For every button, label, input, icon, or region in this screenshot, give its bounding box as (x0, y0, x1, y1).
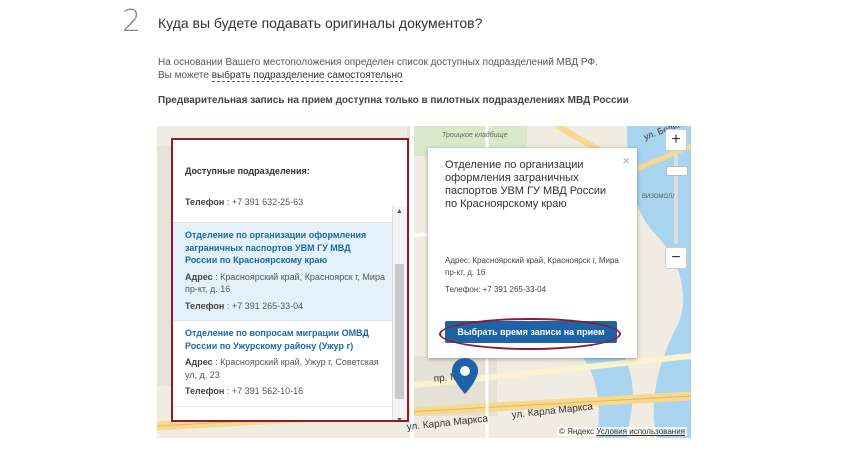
phone-label: Телефон (185, 300, 225, 311)
address-label: Адрес (185, 357, 213, 367)
attribution-prefix: © Яндекс (558, 427, 597, 436)
address-label: Адрес (185, 271, 213, 282)
location-pin-icon[interactable] (452, 358, 478, 399)
close-icon[interactable]: × (622, 153, 630, 168)
popup-title: Отделение по организации оформления загр… (445, 159, 607, 210)
step-number: 2 (122, 4, 142, 39)
list-item[interactable]: Телефон : +7 391 632-25-63 (173, 196, 395, 223)
scroll-up-icon[interactable]: ▲ (396, 208, 403, 215)
office-list-header: Доступные подразделения: (185, 166, 310, 176)
zoom-control: + − (665, 129, 688, 269)
terms-link[interactable]: Условия использования (596, 427, 685, 436)
location-info: На основании Вашего местоположения опред… (158, 56, 598, 82)
list-item[interactable]: Отделение по организации оформления загр… (173, 223, 395, 321)
location-info-text: На основании Вашего местоположения опред… (158, 57, 598, 68)
zoom-out-button[interactable]: − (665, 247, 687, 269)
zoom-in-button[interactable]: + (665, 129, 687, 151)
popup-address: Адрес: Красноярский край, Красноярск г, … (445, 256, 619, 277)
list-item[interactable]: Отделение по вопросам миграции ОМВД Росс… (173, 321, 395, 407)
map-attribution: © Яндекс Условия использования (556, 427, 687, 436)
list-scrollbar[interactable]: ▲ ▼ (392, 206, 407, 420)
popup-phone: Телефон: +7 391 265-33-04 (445, 285, 547, 294)
office-popup: × Отделение по организации оформления за… (428, 148, 637, 358)
map-label-cemetery: Троицкое кладбище (442, 131, 508, 139)
office-list: Телефон : +7 391 632-25-63 Отделение по … (173, 196, 395, 407)
scroll-down-icon[interactable]: ▼ (396, 417, 403, 420)
step-title: Куда вы будете подавать оригиналы докуме… (158, 15, 483, 31)
zoom-slider[interactable] (666, 154, 688, 244)
location-info-prefix: Вы можете (158, 70, 212, 81)
phone-value: : +7 391 265-33-04 (224, 300, 304, 311)
choose-appointment-time-button[interactable]: Выбрать время записи на прием (445, 321, 617, 343)
scrollbar-thumb[interactable] (395, 264, 404, 399)
phone-value: : +7 391 632-25-63 (224, 197, 304, 207)
phone-label: Телефон (185, 197, 225, 207)
office-list-panel: Доступные подразделения: Телефон : +7 39… (171, 138, 409, 422)
pilot-notice: Предварительная запись на прием доступна… (158, 95, 629, 106)
zoom-slider-thumb[interactable] (666, 166, 688, 176)
phone-value: : +7 391 562-10-16 (224, 386, 304, 396)
phone-label: Телефон (185, 386, 225, 396)
office-name[interactable]: Отделение по вопросам миграции ОМВД Росс… (185, 327, 385, 352)
address-value: : Красноярский край, Ужур г, Советская у… (185, 357, 379, 380)
address-value: : Красноярский край, Красноярск г, Мира … (185, 271, 385, 295)
office-name[interactable]: Отделение по организации оформления загр… (185, 229, 385, 267)
choose-office-link[interactable]: выбрать подразделение самостоятельно (211, 70, 403, 82)
